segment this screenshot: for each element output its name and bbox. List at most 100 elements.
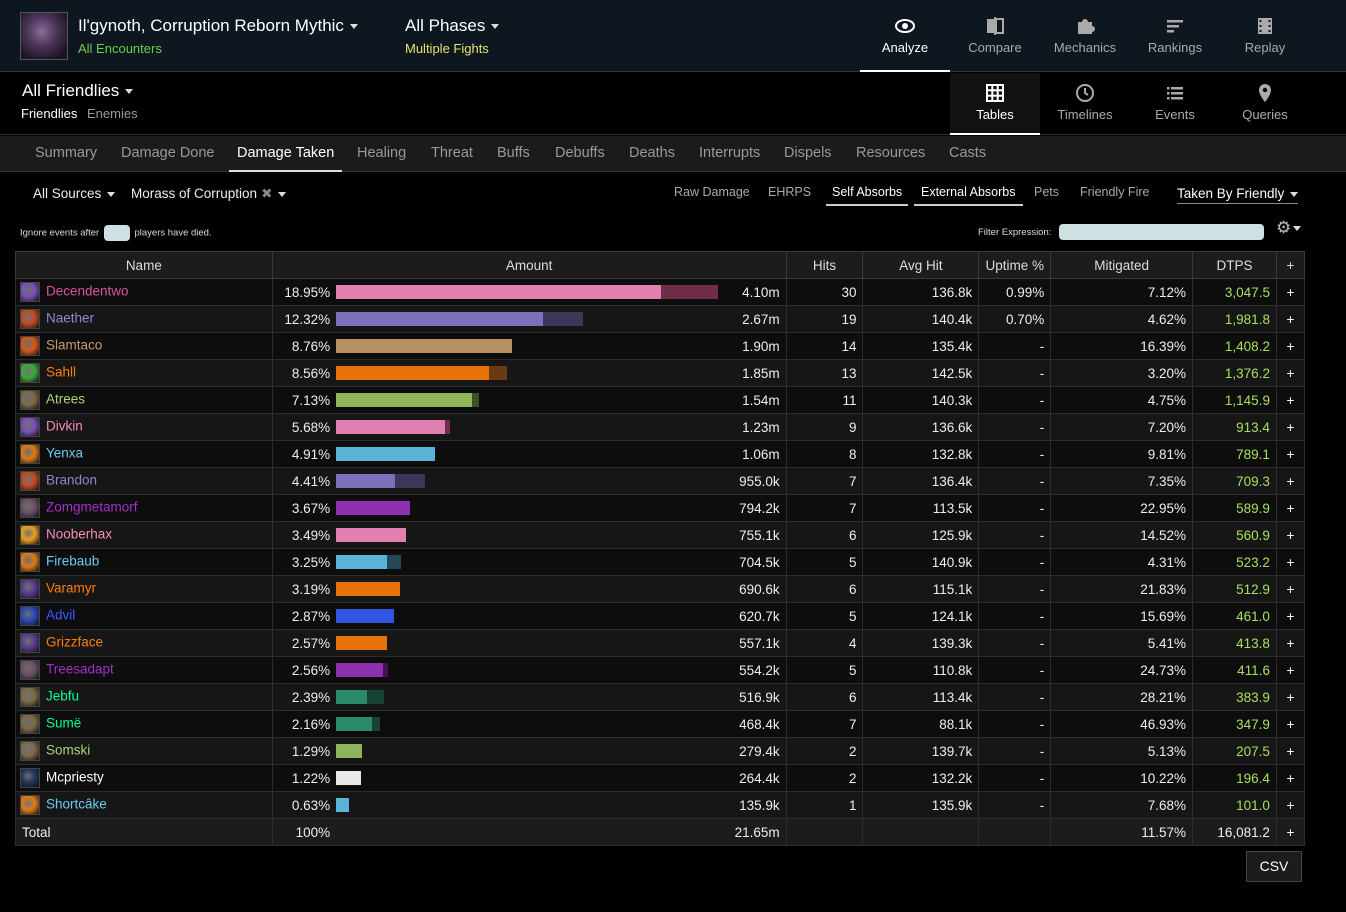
- table-row[interactable]: Shortcâke 0.63% 135.9k 1 135.9k -7.68% 101.0 +: [15, 791, 1306, 819]
- plus-icon[interactable]: +: [1275, 602, 1306, 630]
- player-name-cell[interactable]: Atrees: [15, 386, 273, 414]
- nav-compare[interactable]: Compare: [950, 0, 1040, 72]
- ignore-deaths-input[interactable]: [103, 225, 130, 241]
- table-row[interactable]: Somski 1.29% 279.4k 2 139.7k -5.13% 207.5 +: [15, 737, 1306, 765]
- plus-icon[interactable]: +: [1275, 467, 1306, 495]
- table-row[interactable]: Jebfu 2.39% 516.9k 6 113.4k -28.21% 383.9 +: [15, 683, 1306, 711]
- plus-icon[interactable]: +: [1275, 791, 1306, 819]
- player-name-cell[interactable]: Divkin: [15, 413, 273, 441]
- player-name-cell[interactable]: Somski: [15, 737, 273, 765]
- option-raw-damage[interactable]: Raw Damage: [674, 185, 750, 199]
- nav-mechanics[interactable]: Mechanics: [1040, 0, 1130, 72]
- tab-resources[interactable]: Resources: [856, 136, 925, 172]
- option-friendly-fire[interactable]: Friendly Fire: [1080, 185, 1149, 199]
- table-row[interactable]: Grizzface 2.57% 557.1k 4 139.3k -5.41% 413.8 +: [15, 629, 1306, 657]
- table-row[interactable]: Mcpriesty 1.22% 264.4k 2 132.2k -10.22% 196.4 +: [15, 764, 1306, 792]
- option-external-absorbs[interactable]: External Absorbs: [914, 185, 1023, 206]
- settings-dropdown[interactable]: ⚙: [1276, 218, 1306, 238]
- tab-damage-done[interactable]: Damage Done: [121, 136, 215, 172]
- plus-icon[interactable]: +: [1275, 278, 1306, 306]
- tab-threat[interactable]: Threat: [431, 136, 473, 172]
- tab-damage-taken[interactable]: Damage Taken: [229, 136, 343, 172]
- plus-icon[interactable]: +: [1275, 818, 1306, 846]
- plus-icon[interactable]: +: [1275, 548, 1306, 576]
- table-row[interactable]: Sumë 2.16% 468.4k 7 88.1k -46.93% 347.9 +: [15, 710, 1306, 738]
- ability-dropdown[interactable]: Morass of Corruption ✖: [131, 186, 287, 202]
- table-row[interactable]: Naether 12.32% 2.67m 19 140.4k 0.70% 4.62% 1,98…: [15, 305, 1306, 333]
- plus-icon[interactable]: +: [1275, 575, 1306, 603]
- player-name-cell[interactable]: Grizzface: [15, 629, 273, 657]
- nav-analyze[interactable]: Analyze: [860, 0, 950, 72]
- tab-buffs[interactable]: Buffs: [497, 136, 530, 172]
- tab-healing[interactable]: Healing: [357, 136, 406, 172]
- player-name-cell[interactable]: Naether: [15, 305, 273, 333]
- table-row[interactable]: Brandon 4.41% 955.0k 7 136.4k -7.35% 709.3 +: [15, 467, 1306, 495]
- table-row[interactable]: Nooberhax 3.49% 755.1k 6 125.9k -14.52% 560.9 +: [15, 521, 1306, 549]
- plus-icon[interactable]: +: [1275, 440, 1306, 468]
- plus-icon[interactable]: +: [1275, 629, 1306, 657]
- player-name-cell[interactable]: Sumë: [15, 710, 273, 738]
- option-self-absorbs[interactable]: Self Absorbs: [826, 185, 909, 206]
- table-row[interactable]: Treesadapt 2.56% 554.2k 5 110.8k -24.73% 411.6…: [15, 656, 1306, 684]
- col-add[interactable]: +: [1275, 251, 1306, 279]
- plus-icon[interactable]: +: [1275, 494, 1306, 522]
- plus-icon[interactable]: +: [1275, 413, 1306, 441]
- col-uptime[interactable]: Uptime %: [978, 251, 1052, 279]
- table-row[interactable]: Advil 2.87% 620.7k 5 124.1k -15.69% 461.0 +: [15, 602, 1306, 630]
- col-avg-hit[interactable]: Avg Hit: [862, 251, 980, 279]
- enemies-tab[interactable]: Enemies: [87, 106, 138, 121]
- table-row[interactable]: Yenxa 4.91% 1.06m 8 132.8k -9.81% 789.1 +: [15, 440, 1306, 468]
- encounter-avatar[interactable]: [20, 12, 68, 60]
- phase-subtitle[interactable]: Multiple Fights: [405, 41, 489, 56]
- col-mitigated[interactable]: Mitigated: [1050, 251, 1194, 279]
- view-tables[interactable]: Tables: [950, 73, 1040, 135]
- friendlies-dropdown[interactable]: All Friendlies: [22, 81, 134, 101]
- player-name-cell[interactable]: Mcpriesty: [15, 764, 273, 792]
- encounter-subtitle[interactable]: All Encounters: [78, 41, 162, 56]
- player-name-cell[interactable]: Firebaub: [15, 548, 273, 576]
- table-row[interactable]: Zomgmetamorf 3.67% 794.2k 7 113.5k -22.95% 589…: [15, 494, 1306, 522]
- nav-replay[interactable]: Replay: [1220, 0, 1310, 72]
- tab-summary[interactable]: Summary: [35, 136, 97, 172]
- tab-casts[interactable]: Casts: [949, 136, 986, 172]
- player-name-cell[interactable]: Advil: [15, 602, 273, 630]
- table-row[interactable]: Slamtaco 8.76% 1.90m 14 135.4k -16.39% 1,408.2…: [15, 332, 1306, 360]
- player-name-cell[interactable]: Yenxa: [15, 440, 273, 468]
- filter-expression-input[interactable]: [1059, 224, 1264, 240]
- plus-icon[interactable]: +: [1275, 710, 1306, 738]
- table-row[interactable]: Decendentwo 18.95% 4.10m 30 136.8k 0.99% 7.12%…: [15, 278, 1306, 306]
- plus-icon[interactable]: +: [1275, 764, 1306, 792]
- player-name-cell[interactable]: Nooberhax: [15, 521, 273, 549]
- player-name-cell[interactable]: Sahll: [15, 359, 273, 387]
- phase-dropdown[interactable]: All Phases: [405, 16, 500, 36]
- col-hits[interactable]: Hits: [785, 251, 864, 279]
- tab-interrupts[interactable]: Interrupts: [699, 136, 760, 172]
- plus-icon[interactable]: +: [1275, 737, 1306, 765]
- table-row[interactable]: Firebaub 3.25% 704.5k 5 140.9k -4.31% 523.2 +: [15, 548, 1306, 576]
- view-events[interactable]: Events: [1130, 73, 1220, 135]
- sources-dropdown[interactable]: All Sources: [33, 186, 116, 201]
- csv-button[interactable]: CSV: [1246, 851, 1302, 882]
- plus-icon[interactable]: +: [1275, 359, 1306, 387]
- table-row[interactable]: Varamyr 3.19% 690.6k 6 115.1k -21.83% 512.9 +: [15, 575, 1306, 603]
- plus-icon[interactable]: +: [1275, 683, 1306, 711]
- taken-by-dropdown[interactable]: Taken By Friendly: [1177, 186, 1299, 204]
- player-name-cell[interactable]: Varamyr: [15, 575, 273, 603]
- plus-icon[interactable]: +: [1275, 332, 1306, 360]
- tab-debuffs[interactable]: Debuffs: [555, 136, 605, 172]
- table-row[interactable]: Atrees 7.13% 1.54m 11 140.3k -4.75% 1,145.9 +: [15, 386, 1306, 414]
- plus-icon[interactable]: +: [1275, 656, 1306, 684]
- view-timelines[interactable]: Timelines: [1040, 73, 1130, 135]
- col-amount[interactable]: Amount: [271, 251, 787, 279]
- option-ehrps[interactable]: EHRPS: [768, 185, 811, 199]
- encounter-dropdown[interactable]: Il'gynoth, Corruption Reborn Mythic: [78, 16, 358, 36]
- player-name-cell[interactable]: Jebfu: [15, 683, 273, 711]
- close-icon[interactable]: ✖: [261, 186, 272, 201]
- view-queries[interactable]: Queries: [1220, 73, 1310, 135]
- col-dtps[interactable]: DTPS: [1192, 251, 1277, 279]
- player-name-cell[interactable]: Zomgmetamorf: [15, 494, 273, 522]
- plus-icon[interactable]: +: [1275, 386, 1306, 414]
- player-name-cell[interactable]: Slamtaco: [15, 332, 273, 360]
- table-row[interactable]: Divkin 5.68% 1.23m 9 136.6k -7.20% 913.4 +: [15, 413, 1306, 441]
- col-name[interactable]: Name: [15, 251, 273, 279]
